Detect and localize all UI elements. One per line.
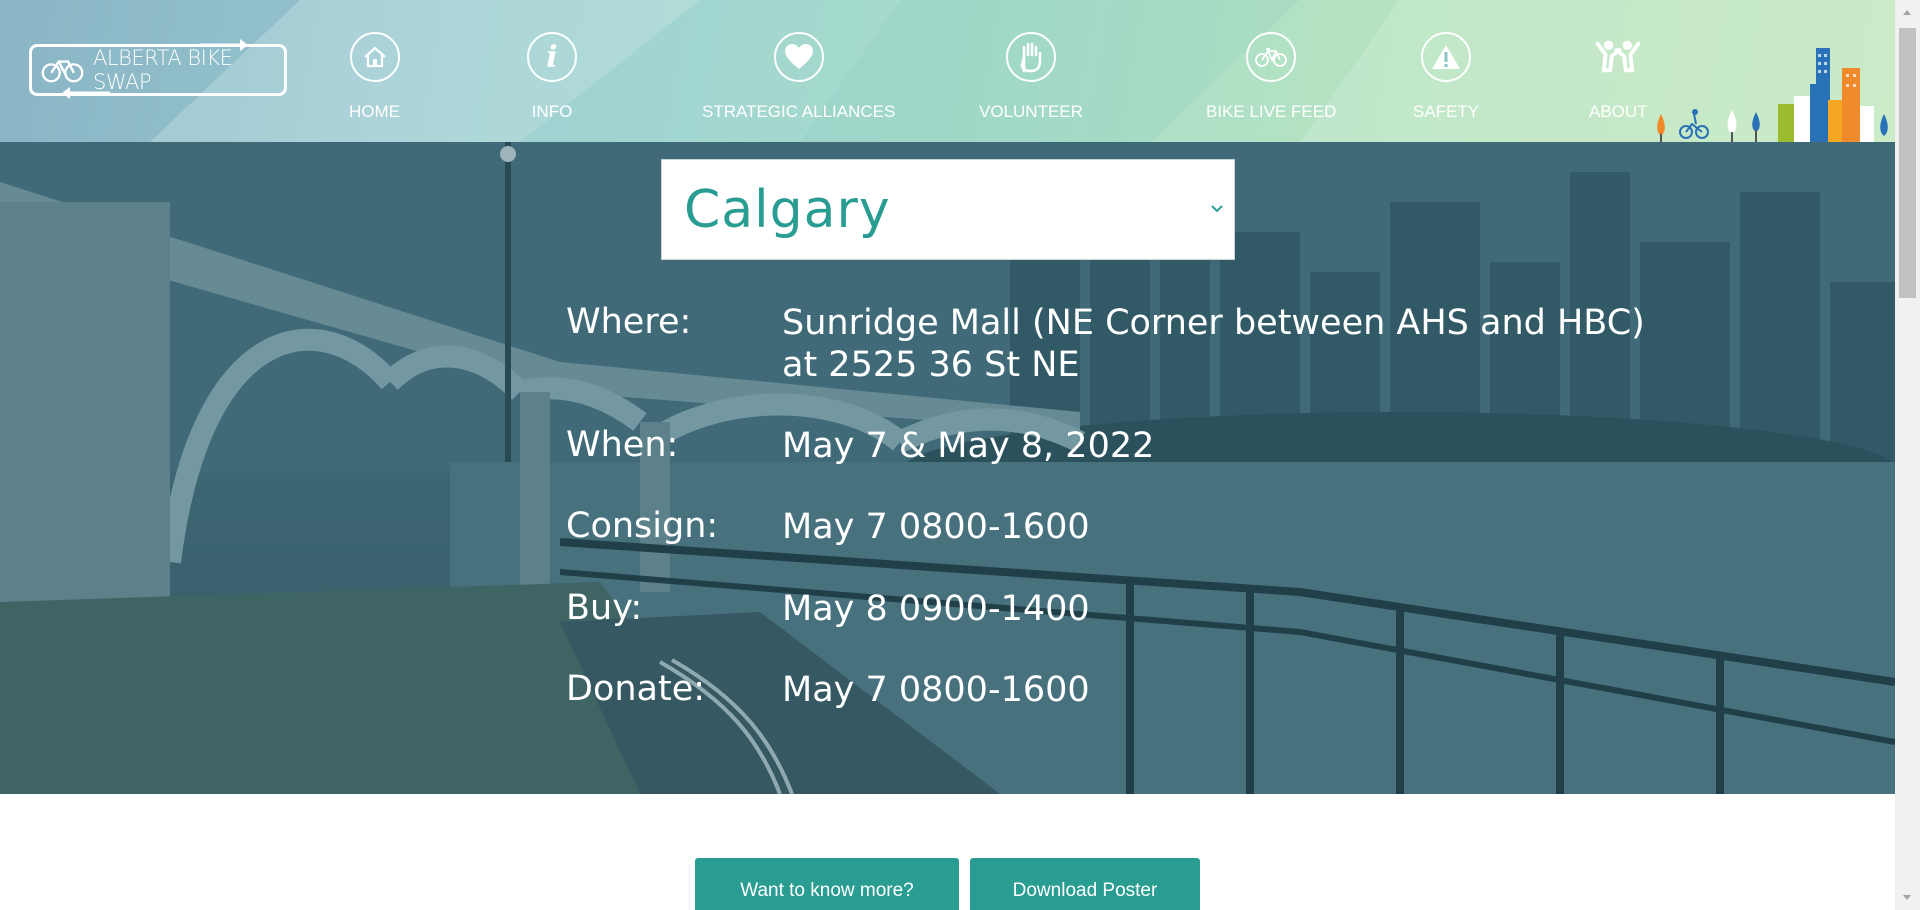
nav-about-label: ABOUT: [1589, 102, 1648, 121]
nav-volunteer[interactable]: VOLUNTEER: [979, 32, 1083, 122]
logo-arrow-icon: [200, 39, 248, 51]
nav-safety-label: SAFETY: [1413, 102, 1480, 121]
bike-cycle-icon: [41, 60, 84, 83]
logo-text: ALBERTA BIKE SWAP: [93, 46, 233, 94]
where-label: Where:: [566, 302, 692, 342]
consign-label: Consign:: [566, 506, 719, 546]
info-icon: i: [527, 32, 577, 82]
download-poster-button[interactable]: Download Poster: [970, 858, 1200, 910]
chevron-down-icon: [1211, 205, 1223, 213]
logo-arrow-left-icon: [62, 87, 110, 99]
buy-label: Buy:: [566, 588, 643, 628]
want-to-know-more-button[interactable]: Want to know more?: [695, 858, 959, 910]
nav-bike-live-feed-label: BIKE LIVE FEED: [1206, 102, 1337, 121]
city-select-value: Calgary: [684, 179, 891, 240]
scroll-down-icon[interactable]: [1902, 894, 1912, 902]
donate-label: Donate:: [566, 669, 706, 709]
hero-section: Calgary Where: Sunridge Mall (NE Corner …: [0, 142, 1895, 794]
when-value: May 7 & May 8, 2022: [782, 426, 1155, 466]
city-select[interactable]: Calgary: [661, 159, 1235, 260]
nav-home-label: HOME: [349, 102, 400, 121]
nav-info[interactable]: i INFO: [527, 32, 577, 122]
where-value: Sunridge Mall (NE Corner between AHS and…: [782, 303, 1645, 385]
home-icon: [349, 32, 400, 82]
nav-bike-live-feed[interactable]: BIKE LIVE FEED: [1206, 32, 1336, 122]
people-icon: [1593, 32, 1643, 82]
raised-hand-icon: [1005, 32, 1056, 82]
nav-strategic-alliances-label: STRATEGIC ALLIANCES: [702, 102, 896, 121]
buy-value: May 8 0900-1400: [782, 589, 1090, 629]
warning-icon: [1421, 32, 1472, 82]
nav-info-label: INFO: [531, 102, 573, 121]
heart-icon: [773, 32, 824, 82]
scroll-up-icon[interactable]: [1902, 8, 1912, 16]
scrollbar-thumb[interactable]: [1899, 28, 1916, 298]
nav-strategic-alliances[interactable]: STRATEGIC ALLIANCES: [702, 32, 895, 122]
site-header: ALBERTA BIKE SWAP HOME i INFO STRATEGIC …: [0, 0, 1895, 142]
when-label: When:: [566, 425, 679, 465]
page-scrollbar[interactable]: [1895, 0, 1920, 910]
cityscape-illustration: [1657, 48, 1888, 142]
consign-value: May 7 0800-1600: [782, 507, 1090, 547]
bicycle-icon: [1246, 32, 1297, 82]
donate-value: May 7 0800-1600: [782, 670, 1090, 710]
nav-safety[interactable]: SAFETY: [1413, 32, 1479, 122]
nav-home[interactable]: HOME: [349, 32, 400, 122]
nav-about[interactable]: ABOUT: [1589, 32, 1648, 122]
nav-volunteer-label: VOLUNTEER: [979, 102, 1083, 121]
